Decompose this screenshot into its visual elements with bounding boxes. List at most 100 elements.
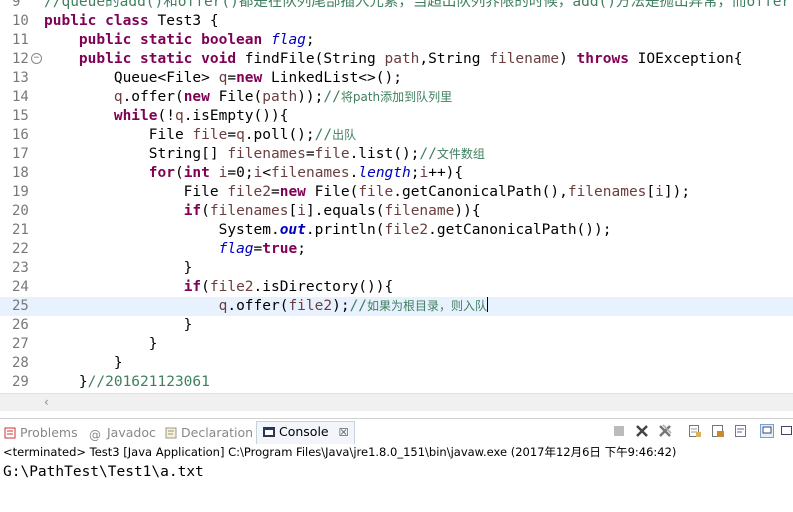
code-line[interactable]: 26 } [0, 316, 793, 335]
code-line[interactable]: 21 System.out.println(file2.getCanonical… [0, 221, 793, 240]
code-line[interactable]: 13 Queue<File> q=new LinkedList<>(); [0, 69, 793, 88]
code-token: file2 [227, 184, 271, 200]
code-token: File [44, 184, 228, 200]
code-line[interactable]: 20 if(filenames[i].equals(filename)){ [0, 202, 793, 221]
code-text: } [44, 335, 158, 354]
code-editor[interactable]: 9 //queue的add()和offer()都是在队列尾部插入元素，当超出队列界… [0, 0, 793, 393]
code-token: int [183, 165, 210, 181]
line-number: 16 [12, 127, 29, 143]
code-line[interactable]: 9 //queue的add()和offer()都是在队列尾部插入元素，当超出队列界… [0, 0, 793, 12]
code-line[interactable]: 10 public class Test3 { [0, 12, 793, 31]
code-line[interactable]: 22 flag=true; [0, 240, 793, 259]
line-number: 19 [12, 184, 29, 200]
code-line[interactable]: 18 for(int i=0;i<filenames.length;i++){ [0, 164, 793, 183]
code-token: ; [297, 241, 306, 257]
code-token: findFile(String [236, 51, 385, 67]
close-icon[interactable]: ☒ [339, 426, 349, 439]
horizontal-scrollbar[interactable]: ‹ [0, 393, 793, 411]
code-token: filenames [227, 146, 306, 162]
tab-problems[interactable]: Problems [4, 423, 78, 443]
code-line[interactable]: 24 if(file2.isDirectory()){ [0, 278, 793, 297]
code-token: ; [305, 32, 315, 48]
code-token: ].equals( [305, 203, 385, 219]
code-line[interactable]: 14 q.offer(new File(path));//将path添加到队列里 [0, 88, 793, 107]
code-line[interactable]: 16 File file=q.poll();//出队 [0, 126, 793, 145]
code-line[interactable]: 17 String[] filenames=file.list();//文件数组 [0, 145, 793, 164]
code-token: i [419, 165, 429, 181]
code-line[interactable]: 25 q.offer(file2);//如果为根目录，则入队 [0, 297, 793, 316]
code-token: flag [218, 241, 254, 257]
tab-javadoc[interactable]: @ Javadoc [89, 423, 156, 443]
code-token: file [192, 127, 228, 143]
line-number: 14 [12, 89, 29, 105]
code-text: } [44, 259, 193, 278]
code-text: String[] filenames=file.list();//文件数组 [44, 145, 485, 164]
code-text: q.offer(new File(path));//将path添加到队列里 [44, 88, 452, 107]
code-token: file2 [288, 298, 333, 314]
code-text: //queue的add()和offer()都是在队列尾部插入元素，当超出队列界限… [44, 0, 793, 12]
terminate-icon[interactable] [612, 424, 626, 438]
code-token: .isEmpty()){ [183, 108, 289, 124]
code-token: q [113, 89, 123, 105]
line-number: 9 [12, 0, 21, 10]
fold-collapse-icon[interactable]: − [31, 53, 42, 64]
code-text: } [44, 354, 123, 373]
code-line[interactable]: 28 } [0, 354, 793, 373]
code-token: new [279, 184, 306, 200]
code-token: } [44, 336, 158, 352]
problems-icon [4, 425, 16, 439]
code-text: flag=true; [44, 240, 306, 259]
code-token: .offer( [122, 89, 184, 105]
code-token: if [183, 279, 202, 295]
code-token: public static void [78, 51, 237, 67]
line-number: 22 [12, 241, 29, 257]
declaration-icon [165, 425, 177, 439]
code-token: flag [270, 32, 306, 48]
view-tab-bar: Problems @ Javadoc Declaration Console ☒ [0, 418, 793, 444]
code-text: if(file2.isDirectory()){ [44, 278, 394, 297]
line-number: 24 [12, 279, 29, 295]
code-token: )); [297, 89, 324, 105]
code-token: IOException{ [628, 51, 743, 67]
word-wrap-icon[interactable] [734, 424, 748, 438]
line-number: 10 [12, 13, 29, 29]
code-token: i [297, 203, 306, 219]
code-token: new [183, 89, 210, 105]
remove-all-terminated-icon[interactable] [658, 424, 672, 438]
line-number: 17 [12, 146, 29, 162]
code-token: = [270, 184, 280, 200]
code-token: [ [646, 184, 656, 200]
remove-launch-icon[interactable] [635, 424, 649, 438]
code-line[interactable]: 15 while(!q.isEmpty()){ [0, 107, 793, 126]
tab-console[interactable]: Console ☒ [256, 421, 356, 444]
code-token: } [44, 317, 193, 333]
code-token: ]); [663, 184, 691, 200]
code-token: } [44, 355, 123, 371]
tab-declaration[interactable]: Declaration [165, 423, 253, 443]
code-token: = [227, 70, 237, 86]
code-line[interactable]: 12− public static void findFile(String p… [0, 50, 793, 69]
scroll-lock-icon[interactable] [711, 424, 725, 438]
code-token: =0; [227, 165, 254, 181]
code-text: File file=q.poll();//出队 [44, 126, 356, 145]
code-line[interactable]: 11 public static boolean flag; [0, 31, 793, 50]
code-token: ( [201, 279, 210, 295]
code-token: i [253, 165, 263, 181]
code-line[interactable]: 19 File file2=new File(file.getCanonical… [0, 183, 793, 202]
code-line[interactable]: 23 } [0, 259, 793, 278]
tab-label: Problems [20, 425, 78, 440]
display-console-icon[interactable] [780, 424, 793, 438]
pin-console-icon[interactable] [760, 424, 774, 438]
code-line[interactable]: 27 } [0, 335, 793, 354]
code-token: Test3 { [148, 13, 219, 29]
code-token: ); [332, 298, 350, 314]
line-number: 13 [12, 70, 29, 86]
scroll-left-icon[interactable]: ‹ [44, 394, 49, 411]
clear-console-icon[interactable] [688, 424, 702, 438]
code-text: for(int i=0;i<filenames.length;i++){ [44, 164, 463, 183]
code-line[interactable]: 29 }//201621123061 [0, 373, 793, 392]
code-token: file2 [384, 222, 429, 238]
